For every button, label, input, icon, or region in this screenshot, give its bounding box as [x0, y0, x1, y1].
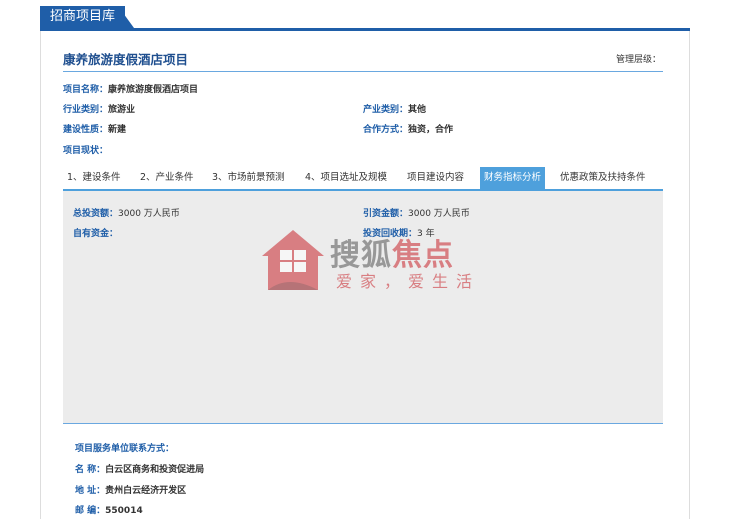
- info-label: 建设性质：: [63, 125, 109, 135]
- contact-label: 名 称：: [75, 465, 106, 475]
- tab-industry-conditions[interactable]: 2、产业条件: [140, 167, 194, 189]
- contact-zipcode: 邮 编：550014: [75, 503, 143, 516]
- contact-value: 白云区商务和投资促进局: [105, 465, 205, 475]
- info-value: 其他: [408, 105, 427, 115]
- info-cooperation: 合作方式：独资，合作: [363, 122, 453, 135]
- tab-preferential-policies[interactable]: 优惠政策及扶持条件: [560, 167, 646, 189]
- watermark: 搜狐焦点 爱家，爱生活: [258, 226, 498, 296]
- contact-address: 地 址：贵州白云经济开发区: [75, 483, 186, 496]
- tab-market-forecast[interactable]: 3、市场前景预测: [212, 167, 285, 189]
- info-value: 新建: [108, 125, 127, 135]
- info-label: 项目现状：: [63, 146, 109, 156]
- info-product: 产业类别：其他: [363, 102, 426, 115]
- info-value: 独资，合作: [408, 125, 454, 135]
- finance-own-funds: 自有资金：: [73, 226, 118, 239]
- contact-label: 邮 编：: [75, 506, 106, 516]
- info-project-name: 项目名称：康养旅游度假酒店项目: [63, 82, 198, 95]
- finance-label: 引资金额：: [363, 209, 409, 219]
- finance-total-investment: 总投资额：3000 万人民币: [73, 206, 180, 219]
- info-label: 产业类别：: [363, 105, 409, 115]
- header-title: 招商项目库: [40, 6, 126, 28]
- tab-construction-content[interactable]: 项目建设内容: [407, 167, 464, 189]
- contact-value: 550014: [105, 506, 143, 516]
- finance-value: 3000 万人民币: [118, 209, 180, 219]
- info-label: 合作方式：: [363, 125, 409, 135]
- finance-label: 总投资额：: [73, 209, 119, 219]
- info-value: 旅游业: [108, 105, 136, 115]
- tab-construction-conditions[interactable]: 1、建设条件: [67, 167, 121, 189]
- title-divider: [63, 71, 663, 72]
- info-nature: 建设性质：新建: [63, 122, 126, 135]
- contact-name: 名 称：白云区商务和投资促进局: [75, 462, 204, 475]
- finance-attracted-funds: 引资金额：3000 万人民币: [363, 206, 470, 219]
- management-level-label: 管理层级：: [615, 55, 661, 65]
- content-divider: [63, 423, 663, 424]
- contact-heading: 项目服务单位联系方式：: [75, 441, 174, 454]
- header-bar: 招商项目库: [0, 0, 740, 31]
- info-industry: 行业类别：旅游业: [63, 102, 135, 115]
- info-label: 行业类别：: [63, 105, 109, 115]
- finance-label: 自有资金：: [73, 229, 119, 239]
- tab-site-scale[interactable]: 4、项目选址及规模: [305, 167, 387, 189]
- finance-value: 3000 万人民币: [408, 209, 470, 219]
- project-panel: 康养旅游度假酒店项目 管理层级： 项目名称：康养旅游度假酒店项目 行业类别：旅游…: [40, 31, 690, 519]
- tab-bar: 1、建设条件 2、产业条件 3、市场前景预测 4、项目选址及规模 项目建设内容 …: [63, 167, 663, 189]
- project-title: 康养旅游度假酒店项目: [63, 52, 189, 67]
- tab-content-area: 总投资额：3000 万人民币 引资金额：3000 万人民币 自有资金： 投资回收…: [63, 191, 663, 423]
- contact-heading-text: 项目服务单位联系方式：: [75, 444, 175, 454]
- tab-financial-analysis[interactable]: 财务指标分析: [480, 167, 546, 189]
- info-status: 项目现状：: [63, 143, 108, 156]
- contact-label: 地 址：: [75, 486, 106, 496]
- contact-value: 贵州白云经济开发区: [105, 486, 187, 496]
- info-label: 项目名称：: [63, 85, 109, 95]
- watermark-house-logo-icon: [262, 230, 324, 290]
- header-notch: [118, 6, 134, 28]
- watermark-slogan: 爱家，爱生活: [336, 272, 481, 291]
- info-value: 康养旅游度假酒店项目: [108, 85, 199, 95]
